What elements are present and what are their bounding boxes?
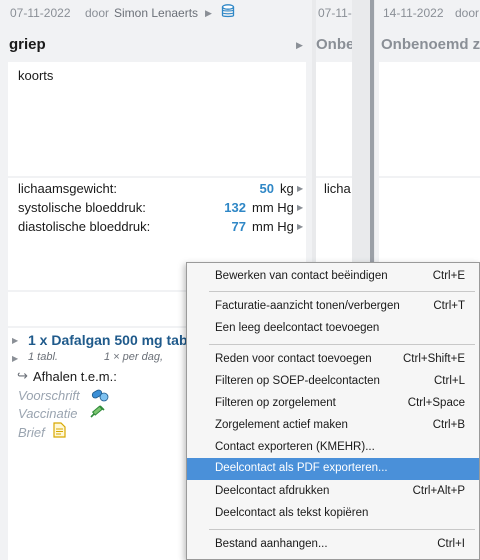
vital-value: 50 — [259, 181, 274, 196]
menu-item-shortcut: Ctrl+T — [433, 300, 465, 312]
complaint-panel[interactable]: koorts — [8, 62, 306, 176]
vital-unit: mm Hg — [252, 200, 294, 215]
menu-item-export-kmehr[interactable]: Contact exporteren (KMEHR)... — [187, 437, 479, 459]
menu-item-shortcut: Ctrl+I — [437, 538, 465, 550]
contact-title[interactable]: Onbenoemd ze — [381, 36, 480, 53]
vital-label: systolische bloeddruk: — [18, 200, 146, 215]
contact-title[interactable]: Onbe — [316, 36, 352, 53]
vital-unit: mm Hg — [252, 219, 294, 234]
menu-item-filter-care-element[interactable]: Filteren op zorgelement Ctrl+Space — [187, 393, 479, 415]
vital-unit: kg — [280, 181, 294, 196]
contact-date: 07-11- — [318, 6, 352, 20]
contact-author[interactable]: Simon Lenaerts — [114, 6, 198, 20]
triangle-right-icon[interactable]: ▶ — [12, 354, 18, 363]
menu-item-end-editing[interactable]: Bewerken van contact beëindigen Ctrl+E — [187, 266, 479, 288]
menu-item-shortcut: Ctrl+Shift+E — [403, 353, 465, 365]
triangle-right-icon[interactable]: ▶ — [296, 40, 303, 51]
contact-date: 14-11-2022 — [383, 6, 444, 20]
triangle-right-icon[interactable]: ▶ — [297, 184, 303, 193]
contact-title[interactable]: griep — [9, 36, 46, 53]
vital-label: diastolische bloeddruk: — [18, 219, 151, 234]
contact-door-label: door — [85, 6, 110, 20]
medication-title[interactable]: 1 x Dafalgan 500 mg tab — [28, 332, 188, 348]
menu-item-billing-view[interactable]: Facturatie-aanzicht tonen/verbergen Ctrl… — [187, 296, 479, 318]
menu-item-shortcut: Ctrl+E — [432, 270, 465, 282]
menu-item-label: Contact exporteren (KMEHR)... — [215, 441, 375, 453]
return-arrow-icon: ↪ — [17, 368, 28, 383]
menu-item-label: Een leeg deelcontact toevoegen — [215, 322, 380, 334]
triangle-right-icon[interactable]: ▶ — [12, 336, 18, 345]
menu-separator — [209, 291, 475, 292]
menu-item-shortcut: Ctrl+B — [432, 419, 465, 431]
complaint-panel[interactable] — [379, 62, 480, 176]
menu-item-attach-file[interactable]: Bestand aanhangen... Ctrl+I — [187, 534, 479, 556]
menu-item-label: Reden voor contact toevoegen — [215, 353, 372, 365]
menu-item-shortcut: Ctrl+Alt+P — [412, 485, 465, 497]
menu-item-label: Deelcontact als PDF exporteren... — [215, 462, 388, 474]
medication-pickup: Afhalen t.e.m.: — [33, 369, 117, 384]
medication-frequency: 1 × per dag, — [104, 351, 164, 363]
complaint-panel[interactable] — [316, 62, 352, 176]
triangle-right-icon[interactable]: ▶ — [297, 203, 303, 212]
medication-dose: 1 tabl. — [28, 351, 58, 363]
menu-item-export-pdf[interactable]: Deelcontact als PDF exporteren... — [187, 458, 479, 480]
vital-row-systolic[interactable]: systolische bloeddruk: 132 mm Hg ▶ — [18, 200, 306, 218]
menu-separator — [209, 344, 475, 345]
menu-item-label: Deelcontact afdrukken — [215, 485, 330, 497]
menu-item-label: Filteren op SOEP-deelcontacten — [215, 375, 380, 387]
menu-item-activate-care-element[interactable]: Zorgelement actief maken Ctrl+B — [187, 415, 479, 437]
doc-row-vaccination[interactable]: Vaccinatie — [18, 406, 78, 421]
menu-item-shortcut: Ctrl+L — [434, 375, 465, 387]
menu-item-label: Zorgelement actief maken — [215, 419, 348, 431]
menu-item-add-reason[interactable]: Reden voor contact toevoegen Ctrl+Shift+… — [187, 349, 479, 371]
database-icon[interactable] — [221, 4, 235, 22]
vital-label: licha — [324, 181, 351, 196]
menu-item-label: Filteren op zorgelement — [215, 397, 336, 409]
menu-item-add-empty-subcontact[interactable]: Een leeg deelcontact toevoegen — [187, 318, 479, 340]
menu-item-filter-soep[interactable]: Filteren op SOEP-deelcontacten Ctrl+L — [187, 371, 479, 393]
doc-row-letter[interactable]: Brief — [18, 425, 45, 440]
syringe-icon[interactable] — [89, 405, 105, 422]
document-icon[interactable] — [53, 422, 66, 441]
vital-row-diastolic[interactable]: diastolische bloeddruk: 77 mm Hg ▶ — [18, 219, 306, 237]
contact-header: 07-11-2022 door Simon Lenaerts ▶ — [0, 0, 312, 26]
menu-item-label: Deelcontact als tekst kopiëren — [215, 507, 369, 519]
contact-door-label: door — [455, 6, 480, 20]
menu-item-label: Bewerken van contact beëindigen — [215, 270, 388, 282]
menu-item-shortcut: Ctrl+Space — [407, 397, 465, 409]
context-menu: Bewerken van contact beëindigen Ctrl+E F… — [186, 262, 480, 560]
pills-icon[interactable] — [91, 388, 109, 405]
doc-label: Vaccinatie — [18, 406, 78, 421]
vital-value: 132 — [224, 200, 246, 215]
doc-label: Brief — [18, 425, 45, 440]
vital-value: 77 — [231, 219, 246, 234]
vital-row-weight[interactable]: lichaamsgewicht: 50 kg ▶ — [18, 181, 306, 199]
contact-date: 07-11-2022 — [10, 6, 71, 20]
triangle-right-icon[interactable]: ▶ — [297, 222, 303, 231]
doc-label: Voorschrift — [18, 388, 80, 403]
triangle-right-icon[interactable]: ▶ — [205, 8, 212, 19]
menu-item-copy-text[interactable]: Deelcontact als tekst kopiëren — [187, 503, 479, 525]
menu-item-print[interactable]: Deelcontact afdrukken Ctrl+Alt+P — [187, 481, 479, 503]
menu-separator — [209, 529, 475, 530]
complaint-text: koorts — [18, 68, 54, 83]
vital-label: lichaamsgewicht: — [18, 181, 117, 196]
menu-item-label: Facturatie-aanzicht tonen/verbergen — [215, 300, 400, 312]
menu-item-label: Bestand aanhangen... — [215, 538, 328, 550]
doc-row-prescription[interactable]: Voorschrift — [18, 388, 80, 403]
